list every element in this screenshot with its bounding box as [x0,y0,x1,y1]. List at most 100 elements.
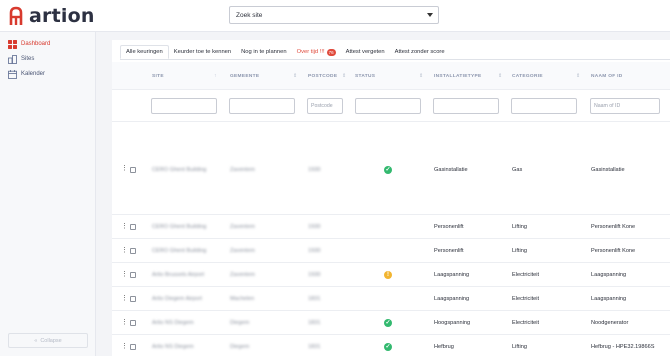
installatietype-cell: Hefbrug [434,344,454,350]
table-row[interactable]: ⋮ Artio Brussels Airport Zaventem 1930 !… [112,263,670,287]
tab-over-tijd[interactable]: Over tijd !!! 76 [292,45,341,59]
column-header-naam[interactable]: NAAM OF ID [591,74,623,79]
sidebar-item-dashboard[interactable]: Dashboard [8,38,50,50]
column-header-label: STATUS [355,74,376,79]
more-actions-icon[interactable]: ⋮ [121,271,128,278]
row-checkbox[interactable] [130,344,136,350]
site-cell: CERO Ghent Building [152,224,207,230]
status-check-icon: ✓ [384,319,392,327]
sort-icon[interactable]: ⇕ [342,73,347,79]
table-row[interactable]: ⋮ CERO Ghent Building Zaventem 1930 Pers… [112,215,670,239]
logo[interactable]: artion [9,5,95,27]
sort-icon[interactable]: ⇕ [576,73,581,79]
collapse-button[interactable]: « Collapse [8,333,88,348]
categorie-cell: Lifting [512,248,527,254]
postcode-filter-input[interactable]: Postcode [307,98,343,114]
status-check-icon: ✓ [384,343,392,351]
more-actions-icon[interactable]: ⋮ [121,295,128,302]
row-checkbox[interactable] [130,320,136,326]
site-search-select[interactable]: Zoek site [229,6,439,24]
row-checkbox[interactable] [130,272,136,278]
sidebar-item-sites[interactable]: Sites [8,53,34,65]
tab-divider [120,59,670,60]
more-actions-icon[interactable]: ⋮ [121,247,128,254]
tab-nog-in-te-plannen[interactable]: Nog in te plannen [236,45,291,59]
column-header-status[interactable]: STATUS ⇕ [355,73,423,79]
sort-icon[interactable]: ⇕ [498,73,503,79]
site-cell: CERO Ghent Building [152,248,207,254]
tab-attest-zonder-score[interactable]: Attest zonder score [390,45,450,59]
sidebar-item-label: Sites [21,56,35,62]
column-header-label: NAAM OF ID [591,74,623,79]
chevron-down-icon [427,13,433,17]
table-row[interactable]: ⋮ Artio Diegem Airport Machelen 1831 Laa… [112,287,670,311]
categorie-cell: Lifting [512,224,527,230]
gemeente-cell: Zaventem [230,248,255,254]
column-header-gemeente[interactable]: GEMEENTE ⇕ [230,73,297,79]
calendar-icon [8,69,17,79]
gemeente-filter-input[interactable] [229,98,295,114]
count-badge: 76 [326,48,336,56]
column-header-categorie[interactable]: CATEGORIE ⇕ [512,73,580,79]
tab-label: Nog in te plannen [241,49,287,55]
column-header-site[interactable]: SITE ↑ [152,73,217,79]
site-filter-input[interactable] [151,98,217,114]
gemeente-cell: Machelen [230,296,255,302]
collapse-label: Collapse [40,337,62,344]
postcode-cell: 1831 [308,296,321,302]
installatietype-cell: Gasinstallatie [434,167,468,173]
column-header-label: INSTALLATIETYPE [434,74,482,79]
more-actions-icon[interactable]: ⋮ [121,343,128,350]
more-actions-icon[interactable]: ⋮ [121,319,128,326]
sort-icon[interactable]: ⇕ [419,73,424,79]
row-checkbox[interactable] [130,167,136,173]
postcode-cell: 1831 [308,344,321,350]
gemeente-cell: Diegem [230,344,250,350]
column-header-label: GEMEENTE [230,74,260,79]
installatietype-cell: Hoogspanning [434,320,471,326]
installatietype-cell: Personenlift [434,224,464,230]
column-header-postcode[interactable]: POSTCODE ⇕ [308,73,346,79]
column-header-installatietype[interactable]: INSTALLATIETYPE ⇕ [434,73,502,79]
table-row[interactable]: ⋮ CERO Ghent Building Zaventem 1930 Pers… [112,239,670,263]
naam-cell: Laagspanning [591,296,627,302]
column-header-label: POSTCODE [308,74,338,79]
gemeente-cell: Zaventem [230,272,255,278]
categorie-cell: Electriciteit [512,320,540,326]
table-row[interactable]: ⋮ Artio NS Diegem Diegem 1831 ✓ Hoogspan… [112,311,670,335]
sort-icon[interactable]: ⇕ [293,73,298,79]
tab-keurder-toe-te-kennen[interactable]: Keurder toe te kennen [169,45,236,59]
naam-filter-input[interactable]: Naam of ID [590,98,660,114]
postcode-cell: 1930 [308,224,321,230]
naam-cell: Noodgenerator [591,320,629,326]
tab-attest-vergeten[interactable]: Attest vergeten [341,45,390,59]
keuringen-panel: Alle keuringen Keurder toe te kennen Nog… [112,40,670,356]
status-check-icon: ✓ [384,166,392,174]
more-actions-icon[interactable]: ⋮ [121,223,128,230]
table-row[interactable]: ⋮ Artio NS Diegem Diegem 1831 ✓ Hefbrug … [112,335,670,356]
categorie-cell: Gas [512,167,523,173]
postcode-cell: 1930 [308,167,321,173]
installatietype-filter-input[interactable] [433,98,499,114]
naam-cell: Hefbrug - HPE32.19866S [591,344,655,350]
tab-bar: Alle keuringen Keurder toe te kennen Nog… [120,45,450,59]
installatietype-cell: Laagspanning [434,272,470,278]
site-cell: Artio Diegem Airport [152,296,203,302]
categorie-filter-input[interactable] [511,98,577,114]
row-checkbox[interactable] [130,248,136,254]
tab-alle-keuringen[interactable]: Alle keuringen [120,45,169,59]
table-row[interactable]: ⋮ CERO Ghent Building Zaventem 1930 ✓ Ga… [112,122,670,215]
artion-logo-icon [9,6,23,25]
table-header: SITE ↑ GEMEENTE ⇕ POSTCODE ⇕ STATUS ⇕ INSTAL… [112,62,670,90]
sidebar-item-kalender[interactable]: Kalender [8,68,45,80]
naam-cell: Personenlift Kone [591,248,636,254]
row-checkbox[interactable] [130,296,136,302]
site-cell: Artio Brussels Airport [152,272,205,278]
tab-label: Over tijd !!! [296,49,325,55]
naam-cell: Gasinstallatie [591,167,625,173]
row-checkbox[interactable] [130,224,136,230]
categorie-cell: Electriciteit [512,272,540,278]
status-filter-input[interactable] [355,98,421,114]
more-actions-icon[interactable]: ⋮ [121,165,128,172]
sort-up-icon[interactable]: ↑ [214,73,217,79]
